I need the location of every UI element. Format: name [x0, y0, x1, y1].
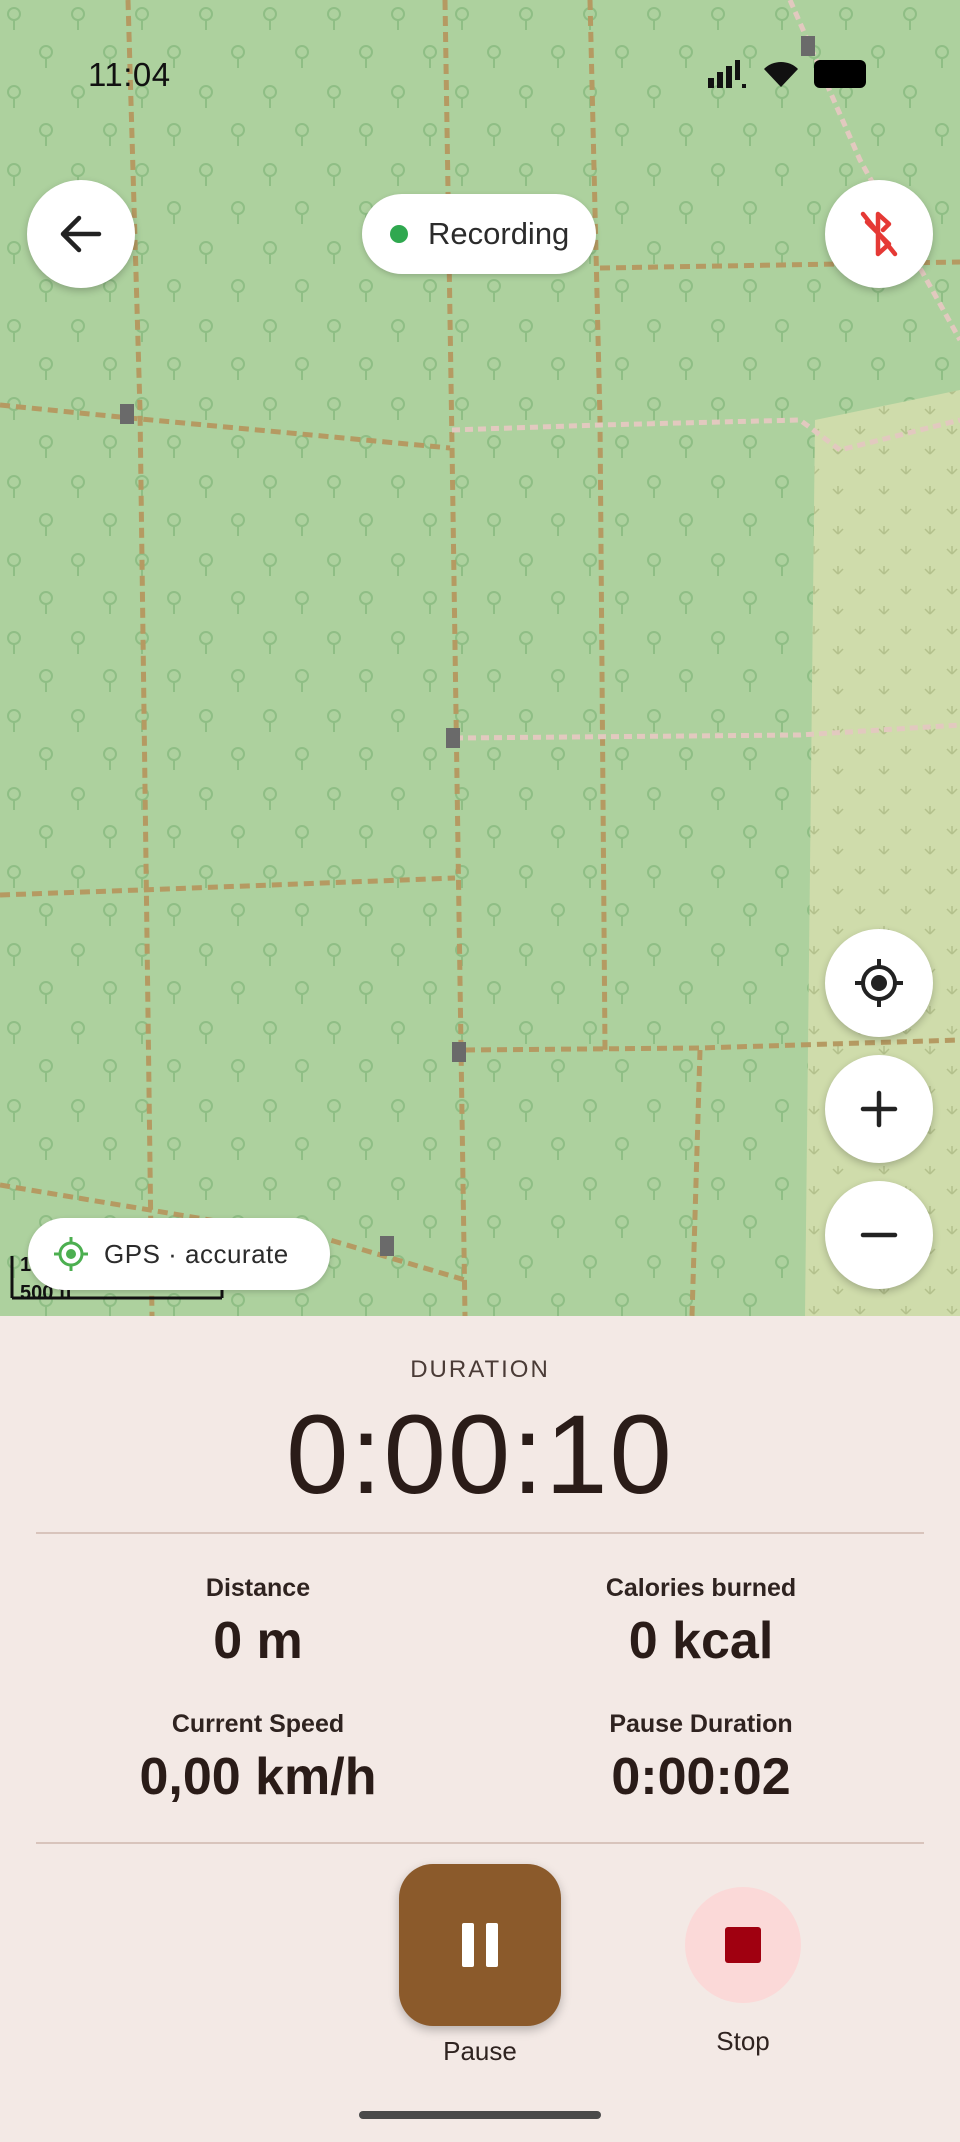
back-button[interactable] [27, 180, 135, 288]
calories-label: Calories burned [605, 1574, 797, 1602]
divider-bottom [36, 1842, 924, 1844]
calories-stat: Calories burned 0 kcal [491, 1574, 911, 1671]
zoom-in-button[interactable] [825, 1055, 933, 1163]
distance-stat: Distance 0 m [48, 1574, 468, 1671]
pause-icon [462, 1923, 498, 1967]
distance-label: Distance [205, 1574, 311, 1602]
my-location-button[interactable] [825, 929, 933, 1037]
recording-dot [390, 225, 408, 243]
battery-icon [814, 60, 866, 88]
zoom-out-button[interactable] [825, 1181, 933, 1289]
status-time: 11:04 [88, 56, 171, 93]
stop-label: Stop [716, 2026, 770, 2056]
map-view[interactable]: 11:04 Recording 1 500 ft GPS · accurate [0, 0, 960, 1316]
calories-value: 0 kcal [628, 1612, 774, 1670]
gps-status-label: GPS · accurate [104, 1238, 289, 1269]
pause-duration-value: 0:00:02 [611, 1748, 791, 1806]
my-location-icon [855, 959, 903, 1007]
distance-value: 0 m [213, 1612, 303, 1670]
divider-top [36, 1532, 924, 1534]
gps-fixed-icon [54, 1237, 88, 1271]
bluetooth-button[interactable] [825, 180, 933, 288]
pause-label: Pause [443, 2036, 517, 2066]
bluetooth-off-icon [860, 211, 898, 257]
speed-stat: Current Speed 0,00 km/h [48, 1710, 468, 1807]
stop-icon [725, 1927, 761, 1963]
minus-icon [860, 1232, 898, 1238]
pause-duration-stat: Pause Duration 0:00:02 [491, 1710, 911, 1807]
stop-button[interactable] [685, 1887, 801, 2003]
home-indicator[interactable] [359, 2111, 601, 2119]
speed-label: Current Speed [171, 1710, 345, 1738]
duration-label: DURATION [410, 1356, 550, 1383]
signal-icon [708, 60, 746, 88]
duration-value: 0:00:10 [286, 1392, 674, 1517]
speed-value: 0,00 km/h [139, 1748, 377, 1806]
pause-button[interactable] [399, 1864, 561, 2026]
arrow-left-icon [60, 215, 102, 253]
plus-icon [860, 1090, 898, 1128]
gps-status-chip: GPS · accurate [28, 1218, 330, 1290]
recording-chip: Recording [362, 194, 596, 274]
recording-label: Recording [428, 216, 570, 251]
wifi-icon [764, 61, 798, 87]
status-icons [708, 58, 866, 90]
pause-duration-label: Pause Duration [609, 1710, 793, 1738]
